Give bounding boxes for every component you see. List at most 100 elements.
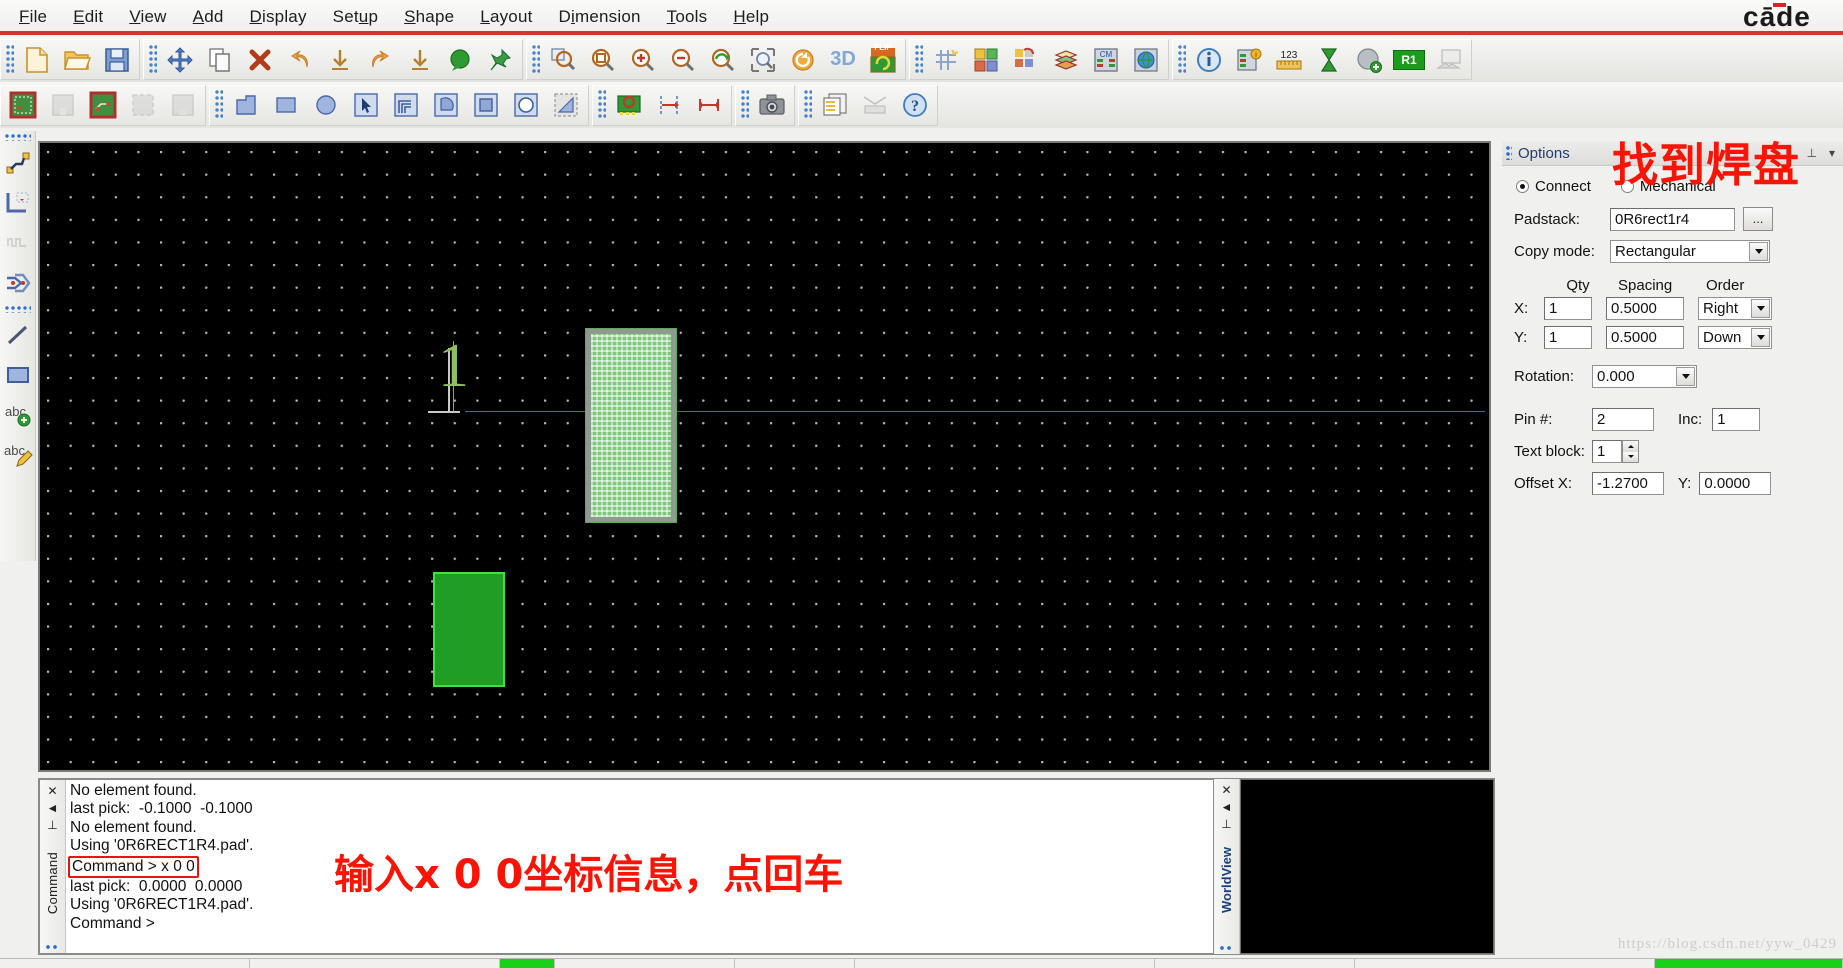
draw-line-icon[interactable] <box>1 315 35 355</box>
grid-toggle-icon[interactable] <box>926 41 966 79</box>
menu-item-edit[interactable]: Edit <box>60 5 116 29</box>
screen-capture-icon[interactable] <box>1429 41 1469 79</box>
toolbar-grip[interactable] <box>741 90 749 120</box>
pin-icon[interactable]: ⊥ <box>47 817 57 834</box>
zoom-out-icon[interactable] <box>663 41 703 79</box>
edit-text-icon[interactable]: abc <box>1 435 35 475</box>
radio-connect[interactable] <box>1516 180 1529 193</box>
stepper-up[interactable] <box>1623 441 1638 452</box>
copy-mode-select[interactable]: Rectangular <box>1610 240 1770 263</box>
select-arrow-icon[interactable] <box>346 86 386 124</box>
add-circle-icon[interactable] <box>1349 41 1389 79</box>
menu-item-help[interactable]: Help <box>720 5 782 29</box>
chevron-down-icon[interactable] <box>1751 328 1770 347</box>
help-question-icon[interactable]: ? <box>895 86 935 124</box>
color-palette-icon[interactable] <box>1006 41 1046 79</box>
shape-polygon-icon[interactable] <box>546 86 586 124</box>
cm-table-icon[interactable]: CM <box>1086 41 1126 79</box>
menu-item-layout[interactable]: Layout <box>467 5 545 29</box>
comment-balloon-icon[interactable] <box>440 41 480 79</box>
refresh-icon[interactable] <box>783 41 823 79</box>
move-icon[interactable] <box>160 41 200 79</box>
menu-item-view[interactable]: View <box>116 5 179 29</box>
order-x-select[interactable]: Right <box>1698 297 1772 320</box>
pin-number-input[interactable]: 2 <box>1592 408 1654 431</box>
report-icon[interactable] <box>815 86 855 124</box>
solid-copper-shape[interactable] <box>433 572 505 687</box>
chevron-down-icon[interactable] <box>1751 299 1770 318</box>
delete-x-icon[interactable] <box>240 41 280 79</box>
dim-linear-icon[interactable] <box>649 86 689 124</box>
toolbar-grip[interactable] <box>6 44 14 75</box>
camera-icon[interactable] <box>752 86 792 124</box>
board-routed-icon[interactable] <box>83 86 123 124</box>
route-corner-icon[interactable] <box>1 183 35 223</box>
rotation-select[interactable]: 0.000 <box>1592 365 1697 388</box>
toolbar-grip[interactable] <box>598 90 606 120</box>
route-connect-icon[interactable] <box>1 143 35 183</box>
padstack-input[interactable]: 0R6rect1r4 <box>1610 207 1735 231</box>
text-block-stepper[interactable] <box>1622 440 1639 463</box>
text-block-input[interactable]: 1 <box>1592 440 1622 463</box>
shape-circle-icon[interactable] <box>306 86 346 124</box>
padstack-shape[interactable] <box>585 328 677 523</box>
left-toolbar-grip-2[interactable] <box>4 306 31 313</box>
order-y-select[interactable]: Down <box>1698 326 1772 349</box>
property-info-icon[interactable]: i <box>1229 41 1269 79</box>
draw-rectangle-icon[interactable] <box>1 355 35 395</box>
dim-width-icon[interactable] <box>689 86 729 124</box>
copy-icon[interactable] <box>200 41 240 79</box>
undo-to-icon[interactable] <box>320 41 360 79</box>
shape-path-icon[interactable] <box>386 86 426 124</box>
zoom-window-icon[interactable] <box>583 41 623 79</box>
toolbar-grip[interactable] <box>915 44 923 75</box>
shape-square-icon[interactable] <box>466 86 506 124</box>
pin-icon[interactable]: ⊥ <box>1221 816 1231 833</box>
board-empty-icon[interactable] <box>163 86 203 124</box>
plot-icon[interactable] <box>855 86 895 124</box>
menu-item-shape[interactable]: Shape <box>391 5 467 29</box>
menu-item-add[interactable]: Add <box>180 5 237 29</box>
collapse-left-icon[interactable]: ◄ <box>1221 799 1233 816</box>
toolbar-grip[interactable] <box>1178 44 1186 75</box>
package-pin-icon[interactable] <box>609 86 649 124</box>
undo-icon[interactable] <box>280 41 320 79</box>
color-layers-icon[interactable] <box>966 41 1006 79</box>
spacing-x-input[interactable]: 0.5000 <box>1606 297 1684 320</box>
save-disk-icon[interactable] <box>97 41 137 79</box>
add-text-icon[interactable]: abc <box>1 395 35 435</box>
menu-item-file[interactable]: FFileile <box>6 5 60 29</box>
chevron-down-icon[interactable] <box>1676 367 1695 386</box>
globe-grid-icon[interactable] <box>1126 41 1166 79</box>
spacing-y-input[interactable]: 0.5000 <box>1606 326 1684 349</box>
flip-design-icon[interactable]: FLIP <box>863 41 903 79</box>
menu-item-tools[interactable]: Tools <box>654 5 721 29</box>
offset-x-input[interactable]: -1.2700 <box>1592 472 1664 495</box>
shape-oval-icon[interactable] <box>506 86 546 124</box>
menu-item-dimension[interactable]: Dimension <box>546 5 654 29</box>
close-icon[interactable]: ✕ <box>1221 782 1231 799</box>
toolbar-grip[interactable] <box>804 90 812 120</box>
pin-push-icon[interactable] <box>480 41 520 79</box>
increment-input[interactable]: 1 <box>1712 408 1761 431</box>
redo-icon[interactable] <box>360 41 400 79</box>
zoom-in-icon[interactable] <box>623 41 663 79</box>
r1-badge-icon[interactable]: R1 <box>1389 41 1429 79</box>
toolbar-grip[interactable] <box>215 90 223 120</box>
menu-item-setup[interactable]: Setup <box>320 5 391 29</box>
open-folder-icon[interactable] <box>57 41 97 79</box>
toolbar-grip[interactable] <box>149 44 157 75</box>
collapse-left-icon[interactable]: ◄ <box>47 800 59 817</box>
command-input-line[interactable]: Command > x 0 0 <box>68 855 199 879</box>
offset-y-input[interactable]: 0.0000 <box>1699 472 1772 495</box>
info-icon[interactable] <box>1189 41 1229 79</box>
design-canvas[interactable]: 1 <box>38 141 1491 772</box>
zoom-fit-icon[interactable] <box>543 41 583 79</box>
toolbar-grip[interactable] <box>532 44 540 75</box>
chevron-down-icon[interactable] <box>1749 242 1768 261</box>
stepper-down[interactable] <box>1623 451 1638 462</box>
hourglass-icon[interactable] <box>1309 41 1349 79</box>
shape-lshape-icon[interactable] <box>226 86 266 124</box>
worldview-grip[interactable] <box>1219 946 1234 952</box>
zoom-previous-icon[interactable] <box>703 41 743 79</box>
